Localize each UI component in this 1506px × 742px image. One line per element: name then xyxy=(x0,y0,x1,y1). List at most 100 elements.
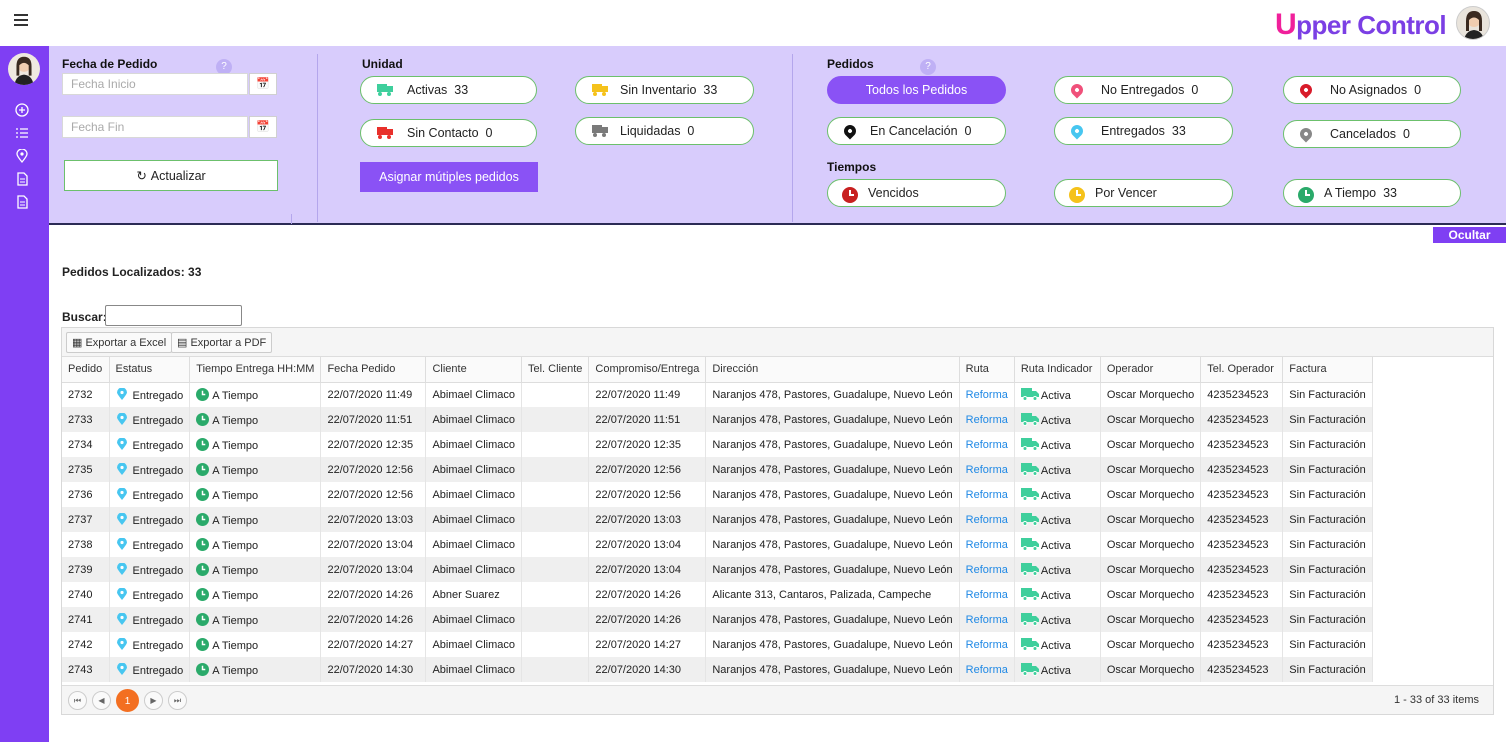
ruta-link[interactable]: Reforma xyxy=(966,389,1008,401)
column-header[interactable]: Dirección xyxy=(705,357,960,383)
table-cell: Activa xyxy=(1014,632,1101,657)
add-circle-icon[interactable] xyxy=(15,103,29,117)
prev-page-button[interactable]: ◀ xyxy=(92,691,111,710)
column-header[interactable]: Tiempo Entrega HH:MM xyxy=(189,357,322,383)
table-row[interactable]: 2743 Entregado A Tiempo 22/07/2020 14:30 Abi… xyxy=(62,657,1373,682)
table-row[interactable]: 2735 Entregado A Tiempo 22/07/2020 12:56 Abi… xyxy=(62,457,1373,482)
column-header[interactable]: Compromiso/Entrega xyxy=(588,357,707,383)
column-header[interactable]: Cliente xyxy=(425,357,522,383)
report-icon[interactable] xyxy=(15,195,29,209)
ruta-link[interactable]: Reforma xyxy=(966,589,1008,601)
column-header[interactable]: Pedido xyxy=(62,357,110,383)
no-asignados-filter[interactable]: No Asignados 0 xyxy=(1283,76,1461,104)
todos-los-pedidos-filter[interactable]: Todos los Pedidos xyxy=(827,76,1006,104)
table-cell xyxy=(521,607,590,632)
unidad-activas-filter[interactable]: Activas 33 xyxy=(360,76,537,104)
ocultar-button[interactable]: Ocultar xyxy=(1433,227,1506,243)
export-pdf-button[interactable]: ▤ Exportar a PDF xyxy=(171,332,273,353)
ruta-link[interactable]: Reforma xyxy=(966,439,1008,451)
unidad-sin-contacto-filter[interactable]: Sin Contacto 0 xyxy=(360,119,537,147)
list-icon[interactable] xyxy=(15,126,29,140)
table-cell xyxy=(521,482,590,507)
table-cell: Oscar Morquecho xyxy=(1100,557,1202,582)
table-cell: Abimael Climaco xyxy=(425,382,522,407)
help-icon[interactable]: ? xyxy=(920,59,936,75)
cell-text: A Tiempo xyxy=(212,639,259,652)
actualizar-button[interactable]: ↻ Actualizar xyxy=(64,160,278,191)
column-header[interactable]: Ruta Indicador xyxy=(1014,357,1101,383)
table-row[interactable]: 2733 Entregado A Tiempo 22/07/2020 11:51 Abi… xyxy=(62,407,1373,432)
entregados-filter[interactable]: Entregados 33 xyxy=(1054,117,1233,145)
unidad-liquidadas-filter[interactable]: Liquidadas 0 xyxy=(575,117,754,145)
table-row[interactable]: 2740 Entregado A Tiempo 22/07/2020 14:26 Abn… xyxy=(62,582,1373,607)
table-row[interactable]: 2734 Entregado A Tiempo 22/07/2020 12:35 Abi… xyxy=(62,432,1373,457)
cell-text: 22/07/2020 13:03 xyxy=(595,513,682,526)
column-header[interactable]: Tel. Cliente xyxy=(521,357,590,383)
cell-text: 22/07/2020 12:56 xyxy=(595,488,682,501)
ruta-link[interactable]: Reforma xyxy=(966,489,1008,501)
hamburger-menu-icon[interactable] xyxy=(14,14,28,26)
a-tiempo-filter[interactable]: A Tiempo 33 xyxy=(1283,179,1461,207)
sidebar-avatar[interactable] xyxy=(8,53,40,85)
table-cell: Abimael Climaco xyxy=(425,632,522,657)
column-header[interactable]: Estatus xyxy=(109,357,191,383)
cell-text: Entregado xyxy=(132,539,184,552)
export-excel-button[interactable]: ▦ Exportar a Excel xyxy=(66,332,173,353)
ruta-link[interactable]: Reforma xyxy=(966,539,1008,551)
table-row[interactable]: 2742 Entregado A Tiempo 22/07/2020 14:27 Abi… xyxy=(62,632,1373,657)
column-header[interactable]: Factura xyxy=(1282,357,1373,383)
divider xyxy=(317,54,318,222)
no-entregados-filter[interactable]: No Entregados 0 xyxy=(1054,76,1233,104)
cell-text: Activa xyxy=(1040,439,1071,452)
first-page-button[interactable]: ⏮ xyxy=(68,691,87,710)
ruta-link[interactable]: Reforma xyxy=(966,514,1008,526)
table-cell: Reforma xyxy=(959,482,1015,507)
fecha-inicio-input[interactable]: Fecha Inicio xyxy=(62,73,248,95)
table-row[interactable]: 2739 Entregado A Tiempo 22/07/2020 13:04 Abi… xyxy=(62,557,1373,582)
orders-grid: ▦ Exportar a Excel ▤ Exportar a PDF Pedi… xyxy=(61,327,1494,715)
table-cell xyxy=(521,532,590,557)
ruta-link[interactable]: Reforma xyxy=(966,664,1008,676)
column-header[interactable]: Operador xyxy=(1100,357,1202,383)
ruta-link[interactable]: Reforma xyxy=(966,639,1008,651)
calendar-icon[interactable]: 📅 xyxy=(249,116,277,138)
fecha-fin-input[interactable]: Fecha Fin xyxy=(62,116,248,138)
search-input[interactable] xyxy=(105,305,242,326)
user-avatar[interactable] xyxy=(1456,6,1490,40)
map-pin-icon xyxy=(116,562,133,577)
ruta-link[interactable]: Reforma xyxy=(966,464,1008,476)
table-row[interactable]: 2737 Entregado A Tiempo 22/07/2020 13:03 Abi… xyxy=(62,507,1373,532)
location-pin-icon[interactable] xyxy=(15,148,29,164)
last-page-button[interactable]: ⏭ xyxy=(168,691,187,710)
unidad-sin-inventario-filter[interactable]: Sin Inventario 33 xyxy=(575,76,754,104)
table-row[interactable]: 2736 Entregado A Tiempo 22/07/2020 12:56 Abi… xyxy=(62,482,1373,507)
asignar-multiples-button[interactable]: Asignar mútiples pedidos xyxy=(360,162,538,192)
table-row[interactable]: 2732 Entregado A Tiempo 22/07/2020 11:49 Abi… xyxy=(62,382,1373,407)
table-cell: Oscar Morquecho xyxy=(1100,382,1202,407)
table-cell: Oscar Morquecho xyxy=(1100,582,1202,607)
cell-text: Sin Facturación xyxy=(1289,538,1366,551)
cell-text: Abimael Climaco xyxy=(432,413,515,426)
cell-text: Oscar Morquecho xyxy=(1106,663,1195,676)
cell-text: Entregado xyxy=(132,389,184,402)
table-row[interactable]: 2738 Entregado A Tiempo 22/07/2020 13:04 Abi… xyxy=(62,532,1373,557)
cell-text: 22/07/2020 14:26 xyxy=(327,613,414,626)
table-row[interactable]: 2741 Entregado A Tiempo 22/07/2020 14:26 Abi… xyxy=(62,607,1373,632)
column-header[interactable]: Ruta xyxy=(959,357,1015,383)
table-cell: Activa xyxy=(1014,507,1101,532)
ruta-link[interactable]: Reforma xyxy=(966,564,1008,576)
ruta-link[interactable]: Reforma xyxy=(966,414,1008,426)
next-page-button[interactable]: ▶ xyxy=(144,691,163,710)
table-cell: 22/07/2020 14:30 xyxy=(320,657,427,682)
cancelados-filter[interactable]: Cancelados 0 xyxy=(1283,120,1461,148)
map-pin-icon xyxy=(116,412,133,427)
ruta-link[interactable]: Reforma xyxy=(966,614,1008,626)
column-header[interactable]: Fecha Pedido xyxy=(320,357,427,383)
vencidos-filter[interactable]: Vencidos xyxy=(827,179,1006,207)
column-header[interactable]: Tel. Operador xyxy=(1200,357,1284,383)
current-page-button[interactable]: 1 xyxy=(116,689,139,712)
por-vencer-filter[interactable]: Por Vencer xyxy=(1054,179,1233,207)
document-icon[interactable] xyxy=(15,172,29,186)
en-cancelacion-filter[interactable]: En Cancelación 0 xyxy=(827,117,1006,145)
calendar-icon[interactable]: 📅 xyxy=(249,73,277,95)
